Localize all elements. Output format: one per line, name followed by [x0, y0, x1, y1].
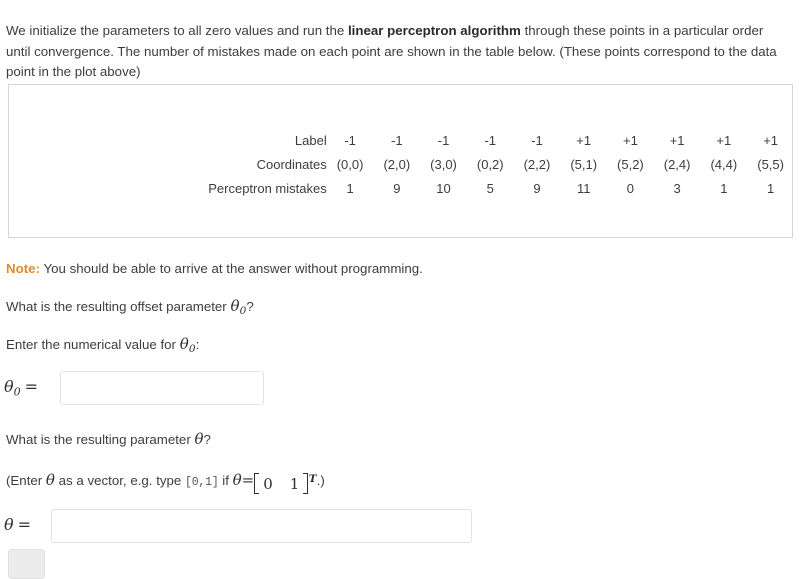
row-header-mistakes: Perceptron mistakes	[208, 181, 327, 196]
hint-text-pre: (Enter	[6, 473, 46, 489]
theta-glyph: θ	[179, 335, 189, 353]
hint-text-if: if	[218, 473, 233, 489]
theta-glyph: θ	[4, 377, 14, 396]
row-header-label: Label	[294, 133, 327, 148]
coordinate-cell-3: (0,2)	[476, 157, 504, 172]
coordinate-cell-7: (2,4)	[663, 157, 691, 172]
table-row-mistakes: Perceptron mistakes 1 9 10 5 9 11 0 3 1 …	[9, 177, 794, 201]
intro-bold-term: linear perceptron algorithm	[347, 23, 521, 39]
theta-zero-symbol: θ0	[230, 297, 246, 317]
equals-sign: =	[24, 377, 39, 396]
row-vector-matrix: 01T	[254, 469, 317, 495]
intro-text-part1: We initialize the parameters to all zero…	[6, 23, 348, 39]
intro-paragraph: We initialize the parameters to all zero…	[6, 21, 786, 83]
submit-button[interactable]	[8, 549, 45, 579]
question-param-text-post: ?	[203, 432, 211, 447]
coordinate-cell-2: (3,0)	[430, 157, 457, 172]
hint-text-end: .)	[316, 473, 325, 489]
question-offset-text-pre: What is the resulting offset parameter	[6, 299, 231, 314]
perceptron-mistakes-table: Label -1 -1 -1 -1 -1 +1 +1 +1 +1 +1 Coor…	[9, 129, 794, 201]
mistakes-cell-8: 1	[720, 181, 728, 196]
theta-symbol: θ	[45, 471, 55, 490]
theta-symbol: θ	[194, 430, 204, 448]
label-cell-8: +1	[716, 133, 732, 148]
coordinate-cell-0: (0,0)	[336, 157, 364, 172]
mistakes-cell-7: 3	[673, 181, 681, 196]
label-cell-4: -1	[531, 133, 543, 148]
hint-text-mid: as a vector, e.g. type	[54, 473, 186, 489]
perceptron-table-panel: Label -1 -1 -1 -1 -1 +1 +1 +1 +1 +1 Coor…	[8, 84, 793, 238]
table-row-label: Label -1 -1 -1 -1 -1 +1 +1 +1 +1 +1	[9, 129, 794, 153]
label-cell-7: +1	[669, 133, 685, 148]
mistakes-cell-3: 5	[486, 181, 494, 196]
coordinate-cell-4: (2,2)	[523, 157, 551, 172]
bracket-right-icon	[303, 473, 309, 495]
bracket-left-icon	[254, 473, 260, 495]
theta-glyph: θ	[4, 515, 14, 534]
label-cell-1: -1	[391, 133, 403, 148]
question-offset-text-post: ?	[246, 299, 254, 314]
label-cell-0: -1	[344, 133, 356, 148]
question-param-text-pre: What is the resulting parameter	[6, 432, 195, 447]
prompt-enter-numerical-value: Enter the numerical value for θ0:	[6, 334, 199, 359]
coordinate-cell-5: (5,1)	[570, 157, 598, 172]
mistakes-cell-5: 11	[576, 181, 591, 196]
label-cell-3: -1	[484, 133, 497, 148]
mistakes-cell-9: 1	[766, 181, 775, 196]
coordinate-cell-8: (4,4)	[710, 157, 738, 172]
equals-sign: =	[241, 471, 255, 490]
mistakes-cell-2: 10	[436, 181, 451, 196]
label-cell-6: +1	[622, 133, 638, 148]
matrix-entry-1: 1	[289, 474, 300, 493]
theta-equals-label: θ =	[4, 515, 31, 534]
theta-zero-equals-label: θ0 =	[4, 377, 38, 398]
hint-vector-format: (Enter θ as a vector, e.g. type [0,1] if…	[6, 469, 325, 495]
label-cell-2: -1	[437, 133, 450, 148]
question-parameter-theta: What is the resulting parameter θ?	[6, 429, 211, 450]
note-keyword: Note:	[6, 261, 40, 276]
theta-vector-input[interactable]	[51, 509, 472, 543]
row-header-coordinates: Coordinates	[256, 157, 327, 172]
theta-subscript: 0	[13, 385, 21, 399]
mistakes-cell-1: 9	[393, 181, 401, 196]
note-text: You should be able to arrive at the answ…	[39, 261, 423, 276]
coordinate-cell-9: (5,5)	[757, 157, 784, 172]
table-row-coordinates: Coordinates (0,0) (2,0) (3,0) (0,2) (2,2…	[9, 153, 794, 177]
equals-sign: =	[17, 515, 32, 534]
mistakes-cell-4: 9	[533, 181, 541, 196]
label-cell-9: +1	[763, 133, 779, 148]
enter-num-text-pre: Enter the numerical value for	[6, 337, 180, 352]
theta-glyph: θ	[230, 297, 240, 315]
note-line: Note: You should be able to arrive at th…	[6, 259, 423, 279]
mistakes-cell-0: 1	[346, 181, 354, 196]
question-offset-parameter: What is the resulting offset parameter θ…	[6, 296, 254, 321]
mistakes-cell-6: 0	[626, 181, 635, 196]
transpose-superscript: T	[308, 473, 317, 485]
enter-num-text-post: :	[195, 337, 200, 352]
theta-subscript: 0	[188, 342, 196, 355]
theta-zero-input[interactable]	[60, 371, 264, 405]
hint-code-example: [0,1]	[185, 476, 219, 490]
coordinate-cell-1: (2,0)	[383, 157, 411, 172]
label-cell-5: +1	[576, 133, 592, 148]
theta-symbol: θ	[232, 471, 242, 490]
theta-zero-symbol: θ0	[179, 335, 196, 355]
matrix-entry-0: 0	[263, 474, 273, 493]
coordinate-cell-6: (5,2)	[617, 157, 644, 172]
